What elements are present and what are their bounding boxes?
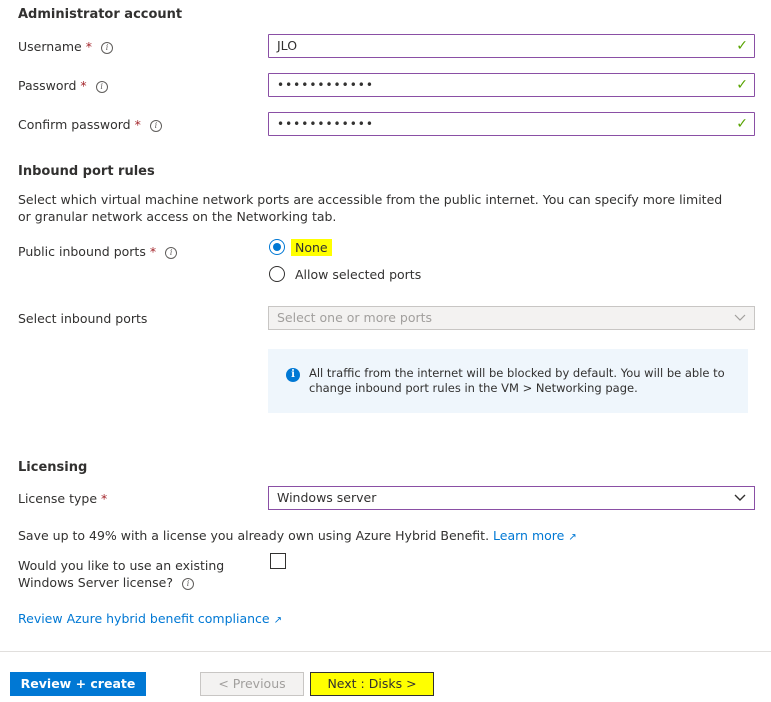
- existing-license-question: Would you like to use an existing Window…: [18, 557, 228, 591]
- inbound-description: Select which virtual machine network por…: [18, 192, 723, 224]
- radio-allow-selected-ports-label[interactable]: Allow selected ports: [295, 267, 421, 282]
- radio-none-text: None: [291, 239, 332, 256]
- learn-more-link[interactable]: Learn more ↗: [493, 528, 577, 543]
- inbound-section-title: Inbound port rules: [18, 164, 155, 179]
- confirm-password-label-text: Confirm password: [18, 117, 131, 132]
- username-field[interactable]: JLO ✓: [268, 34, 755, 58]
- previous-button[interactable]: < Previous: [200, 672, 304, 696]
- password-label: Password * i: [18, 78, 108, 93]
- check-icon: ✓: [736, 38, 748, 54]
- required-asterisk: *: [149, 244, 157, 259]
- select-inbound-ports-label: Select inbound ports: [18, 311, 148, 326]
- password-label-text: Password: [18, 78, 77, 93]
- review-compliance-link[interactable]: Review Azure hybrid benefit compliance ↗: [18, 611, 282, 627]
- info-icon[interactable]: i: [165, 246, 178, 259]
- check-icon: ✓: [736, 116, 748, 132]
- info-message-box: i All traffic from the internet will be …: [268, 349, 748, 413]
- chevron-down-icon: [734, 487, 746, 516]
- review-compliance-text: Review Azure hybrid benefit compliance: [18, 611, 270, 626]
- username-value: JLO: [277, 38, 298, 53]
- licensing-section-title: Licensing: [18, 460, 88, 475]
- info-icon[interactable]: i: [182, 577, 195, 590]
- confirm-password-value: ••••••••••••: [277, 117, 374, 131]
- select-inbound-ports-dropdown[interactable]: Select one or more ports: [268, 306, 755, 330]
- hybrid-benefit-text: Save up to 49% with a license you alread…: [18, 528, 577, 543]
- external-link-icon: ↗: [273, 615, 283, 626]
- radio-none-label[interactable]: None: [291, 239, 332, 256]
- license-type-label: License type *: [18, 491, 107, 506]
- license-type-label-text: License type: [18, 491, 98, 506]
- external-link-icon: ↗: [568, 532, 577, 543]
- hybrid-benefit-description: Save up to 49% with a license you alread…: [18, 528, 490, 543]
- confirm-password-field[interactable]: •••••••••••• ✓: [268, 112, 755, 136]
- next-disks-button[interactable]: Next : Disks >: [310, 672, 434, 696]
- username-label: Username * i: [18, 39, 113, 54]
- info-icon[interactable]: i: [100, 41, 113, 54]
- info-filled-icon: i: [286, 368, 300, 382]
- info-icon[interactable]: i: [95, 80, 108, 93]
- info-icon[interactable]: i: [149, 119, 162, 132]
- learn-more-text: Learn more: [493, 528, 565, 543]
- required-asterisk: *: [85, 39, 92, 54]
- password-value: ••••••••••••: [277, 78, 374, 92]
- license-type-value: Windows server: [277, 490, 377, 505]
- confirm-password-label: Confirm password * i: [18, 117, 162, 132]
- select-inbound-ports-placeholder: Select one or more ports: [277, 310, 433, 325]
- check-icon: ✓: [736, 77, 748, 93]
- footer-divider: [0, 651, 771, 652]
- password-field[interactable]: •••••••••••• ✓: [268, 73, 755, 97]
- chevron-down-icon: [734, 307, 746, 336]
- info-message-text: All traffic from the internet will be bl…: [309, 366, 725, 395]
- public-inbound-ports-label: Public inbound ports * i: [18, 244, 178, 259]
- license-type-dropdown[interactable]: Windows server: [268, 486, 755, 510]
- radio-none[interactable]: [269, 239, 285, 255]
- required-asterisk: *: [134, 117, 141, 132]
- existing-license-checkbox[interactable]: [270, 553, 286, 569]
- public-inbound-ports-label-text: Public inbound ports: [18, 244, 146, 259]
- review-create-button[interactable]: Review + create: [10, 672, 146, 696]
- admin-section-title: Administrator account: [18, 7, 183, 22]
- username-label-text: Username: [18, 39, 82, 54]
- required-asterisk: *: [80, 78, 87, 93]
- radio-allow-selected-ports[interactable]: [269, 266, 285, 282]
- required-asterisk: *: [101, 491, 108, 506]
